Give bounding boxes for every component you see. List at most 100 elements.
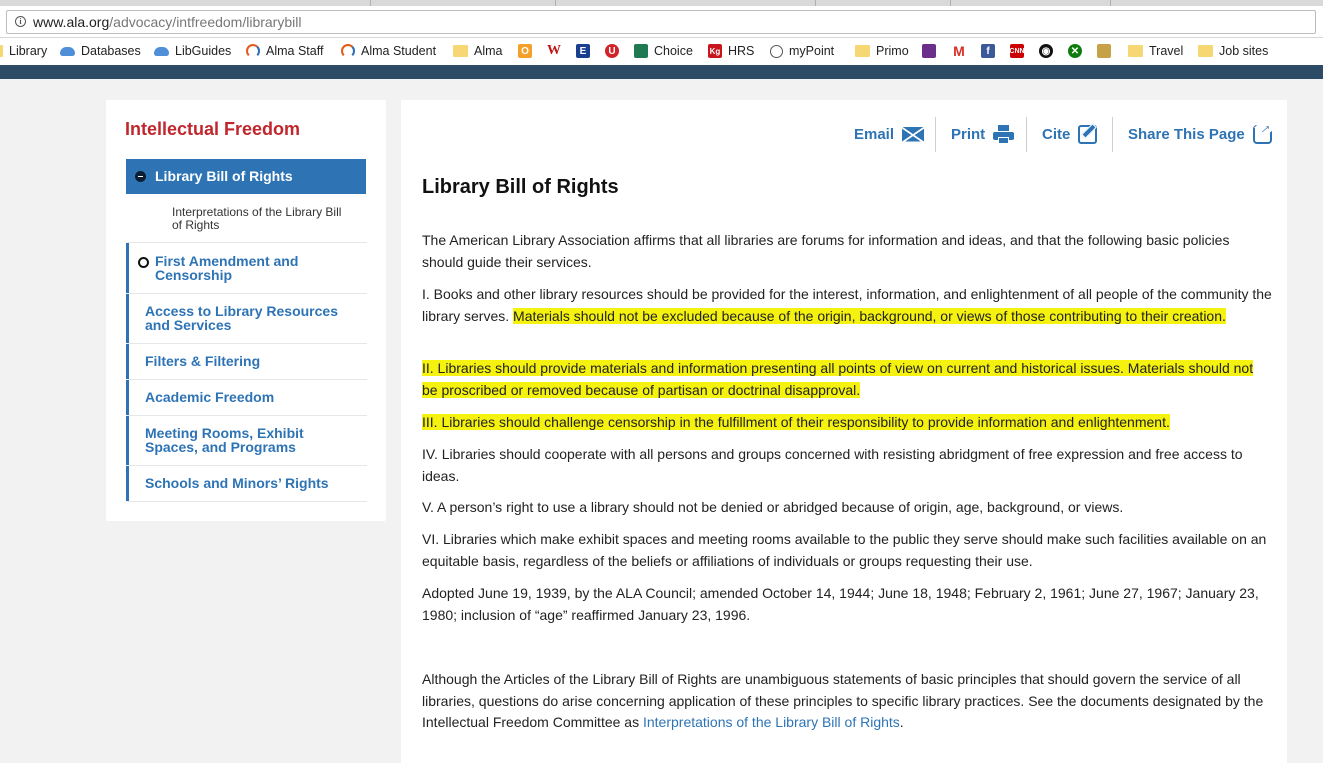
email-button[interactable]: Email <box>854 120 925 148</box>
intro-paragraph: The American Library Association affirms… <box>422 232 1230 270</box>
alma-icon <box>341 44 355 58</box>
folder-icon <box>855 45 870 57</box>
expand-icon <box>138 257 149 268</box>
folder-icon <box>1198 45 1213 57</box>
article-1-highlight: Materials should not be excluded because… <box>513 307 1226 324</box>
owl-icon <box>1097 44 1111 58</box>
bookmark-mypoint[interactable]: myPoint <box>770 42 834 60</box>
closing-period: . <box>899 714 904 730</box>
bookmark-label: Alma Student <box>361 44 437 58</box>
sidebar-title[interactable]: Intellectual Freedom <box>125 119 300 140</box>
article-1: I. Books and other library resources sho… <box>422 284 1272 327</box>
closing-paragraph: Although the Articles of the Library Bil… <box>422 669 1272 734</box>
cnn-icon: CNN <box>1009 44 1025 58</box>
bookmark-cnn[interactable]: CNN <box>1009 42 1030 60</box>
divider <box>127 501 367 502</box>
url-input[interactable]: i www.ala.org/advocacy/intfreedom/librar… <box>6 10 1316 34</box>
bookmark-e[interactable]: E <box>576 42 596 60</box>
bookmark-libguides[interactable]: LibGuides <box>154 42 231 60</box>
bookmark-label: HRS <box>728 44 755 58</box>
bookmark-eye[interactable]: ◉ <box>1039 42 1059 60</box>
sidebar-item-label: Academic Freedom <box>145 389 275 405</box>
bookmarks-bar: Library Databases LibGuides Alma Staff A… <box>0 38 1323 65</box>
bookmark-label: LibGuides <box>175 44 232 58</box>
sidebar-item-access-to-resources[interactable]: Access to Library Resources and Services <box>126 294 366 343</box>
bookmark-job-sites[interactable]: Job sites <box>1198 42 1268 60</box>
article-5: V. A person’s right to use a library sho… <box>422 499 1124 515</box>
bookmark-alma-student[interactable]: Alma Student <box>341 42 436 60</box>
interpretations-link[interactable]: Interpretations of the Library Bill of R… <box>643 714 900 730</box>
bookmark-mail[interactable] <box>922 42 942 60</box>
toolbar-divider <box>1112 117 1113 152</box>
article-6: VI. Libraries which make exhibit spaces … <box>422 531 1267 569</box>
bookmark-xbox[interactable]: ✕ <box>1068 42 1088 60</box>
bookmark-label: Choice <box>654 44 693 58</box>
address-bar: i www.ala.org/advocacy/intfreedom/librar… <box>0 6 1323 38</box>
bookmark-label: Job sites <box>1219 44 1269 58</box>
sidebar-item-label: Library Bill of Rights <box>155 168 293 184</box>
share-button[interactable]: Share This Page <box>1128 120 1272 148</box>
sidebar-item-meeting-rooms[interactable]: Meeting Rooms, Exhibit Spaces, and Progr… <box>126 416 366 465</box>
bookmark-alma-folder[interactable]: Alma <box>453 42 502 60</box>
site-header-bar <box>0 65 1323 79</box>
eye-icon: ◉ <box>1039 44 1053 58</box>
toolbar-divider <box>935 117 936 152</box>
url-host: www.ala.org <box>33 14 110 30</box>
envelope-icon <box>902 126 925 142</box>
edit-icon <box>1078 124 1098 144</box>
sidebar-item-library-bill-of-rights[interactable]: Library Bill of Rights <box>126 159 366 194</box>
bookmark-databases[interactable]: Databases <box>60 42 141 60</box>
bookmark-red-circle[interactable]: U <box>605 42 625 60</box>
sidebar-item-label: Access to Library Resources and Services <box>145 303 338 333</box>
kg-icon: Kg <box>708 44 722 58</box>
bookmark-label: Library <box>9 44 48 58</box>
xbox-icon: ✕ <box>1068 44 1082 58</box>
sidebar-item-filters[interactable]: Filters & Filtering <box>126 344 366 379</box>
cloud-icon <box>154 46 169 56</box>
red-circle-icon: U <box>605 44 619 58</box>
wikipedia-icon: W <box>547 43 561 58</box>
folder-icon <box>453 45 468 57</box>
sidebar-item-label: First Amendment and Censorship <box>155 253 299 283</box>
bookmark-gmail[interactable]: M <box>952 42 972 60</box>
bookmark-hrs[interactable]: Kg HRS <box>708 42 754 60</box>
bookmark-library[interactable]: Library <box>0 42 47 60</box>
sidebar-item-first-amendment[interactable]: First Amendment and Censorship <box>126 243 366 293</box>
bookmark-primo[interactable]: Primo <box>855 42 909 60</box>
sidebar-item-academic-freedom[interactable]: Academic Freedom <box>126 380 366 415</box>
bookmark-label: Alma <box>474 44 503 58</box>
info-icon[interactable]: i <box>15 16 26 27</box>
bookmark-label: Alma Staff <box>266 44 324 58</box>
bookmark-alma-staff[interactable]: Alma Staff <box>246 42 323 60</box>
article-3-highlight: III. Libraries should challenge censorsh… <box>422 414 1170 430</box>
cloud-icon <box>60 46 75 56</box>
cite-button[interactable]: Cite <box>1042 120 1098 148</box>
folder-icon <box>0 45 3 57</box>
bookmark-label: myPoint <box>789 44 835 58</box>
page-title: Library Bill of Rights <box>422 176 619 198</box>
bookmark-rss[interactable]: O <box>518 42 538 60</box>
sidebar-subitem-interpretations[interactable]: Interpretations of the Library Bill of R… <box>172 206 352 232</box>
e-icon: E <box>576 44 590 58</box>
email-label: Email <box>854 125 895 143</box>
mypoint-icon <box>770 44 783 58</box>
sidebar-item-schools-minors[interactable]: Schools and Minors’ Rights <box>126 466 366 501</box>
cite-label: Cite <box>1042 125 1071 143</box>
print-button[interactable]: Print <box>951 120 1015 148</box>
sidebar-item-label: Meeting Rooms, Exhibit Spaces, and Progr… <box>145 425 304 455</box>
bookmark-owl[interactable] <box>1097 42 1117 60</box>
bookmark-travel[interactable]: Travel <box>1128 42 1183 60</box>
sidebar: Intellectual Freedom Library Bill of Rig… <box>106 100 386 521</box>
bookmark-wikipedia[interactable]: W <box>547 42 567 60</box>
bookmark-label: Databases <box>81 44 141 58</box>
bookmark-choice[interactable]: Choice <box>634 42 693 60</box>
gmail-icon: M <box>953 43 965 59</box>
adoption-history: Adopted June 19, 1939, by the ALA Counci… <box>422 585 1259 623</box>
alma-icon <box>246 44 260 58</box>
bookmark-label: Travel <box>1149 44 1184 58</box>
share-label: Share This Page <box>1128 125 1245 143</box>
bookmark-label: Primo <box>876 44 909 58</box>
printer-icon <box>993 124 1015 144</box>
bookmark-facebook[interactable]: f <box>981 42 1001 60</box>
rss-icon: O <box>518 44 532 58</box>
